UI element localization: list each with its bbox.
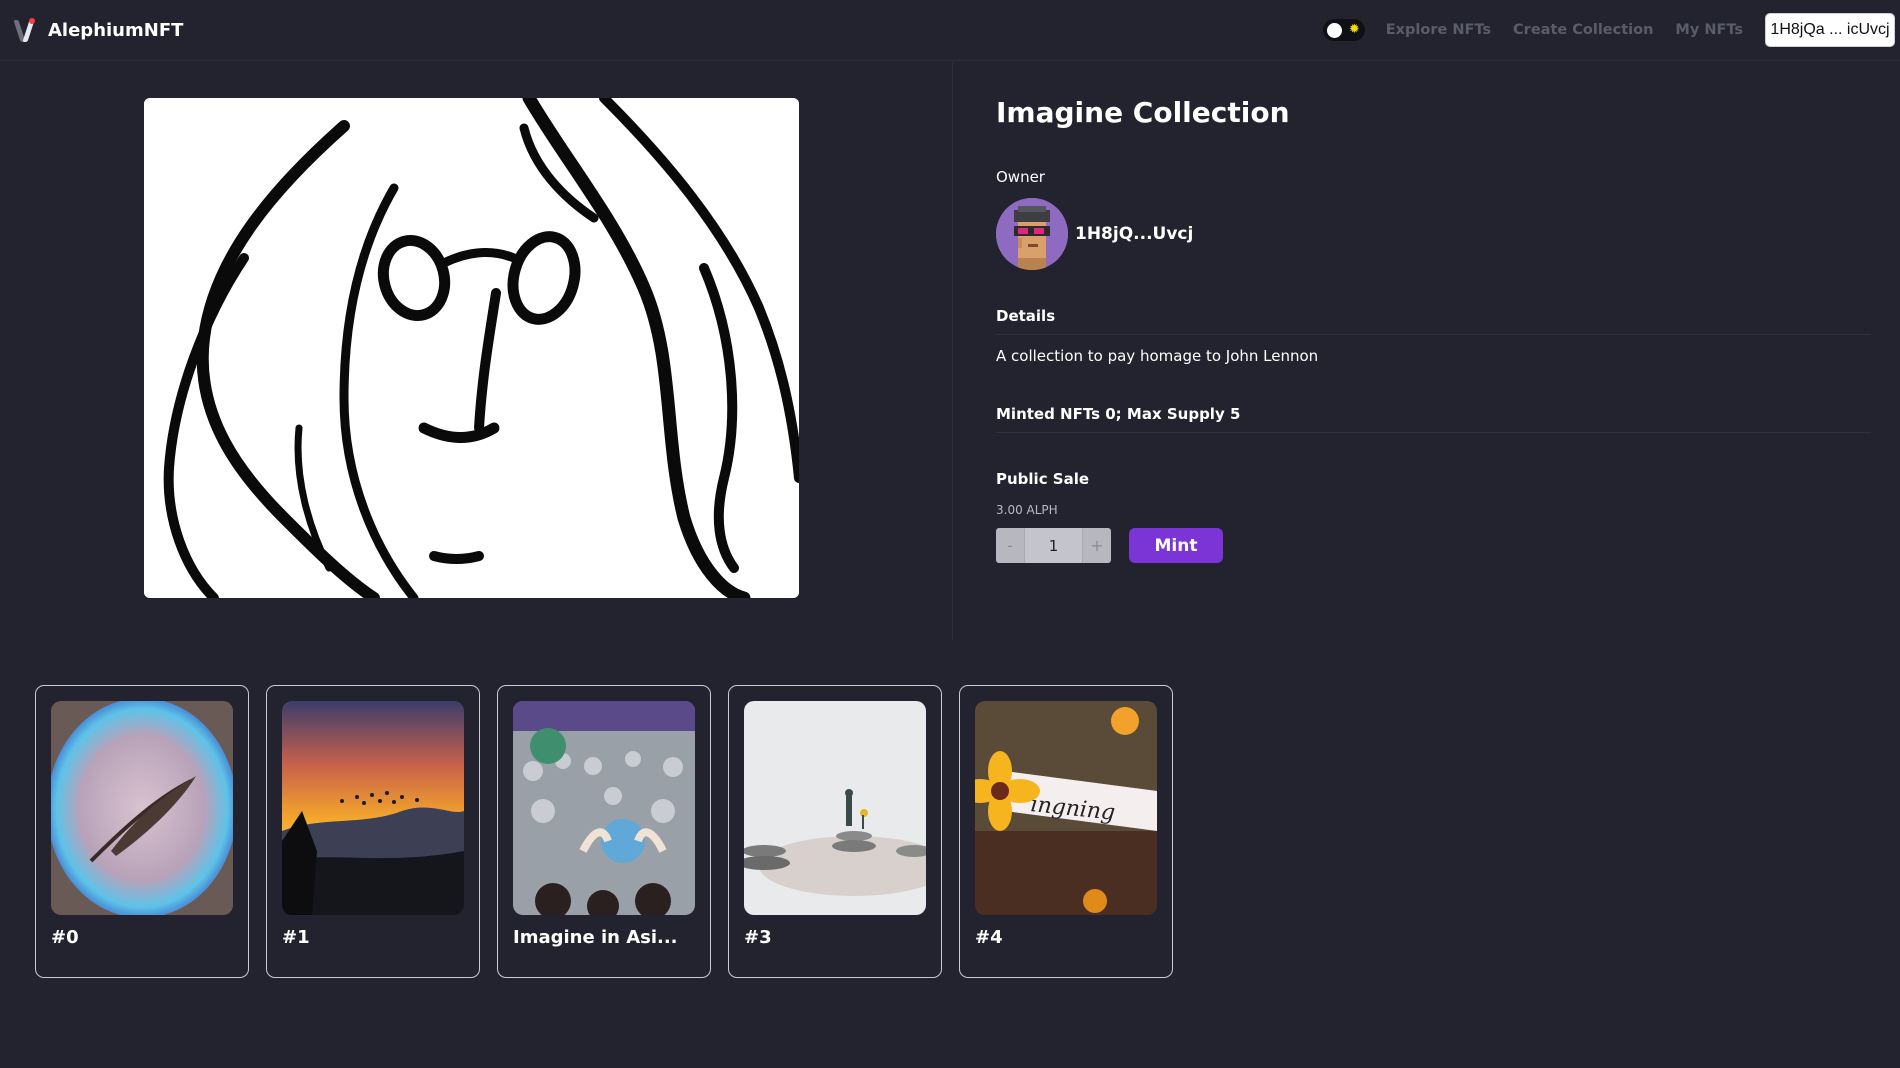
nft-label: #4 [975,927,1003,948]
nft-card[interactable]: Imagine in Asi... [497,685,711,978]
supply-info: Minted NFTs 0; Max Supply 5 [996,405,1241,423]
nft-label: Imagine in Asi... [513,927,678,948]
nft-label: #3 [744,927,772,948]
nft-label: #1 [282,927,310,948]
figure-stones-image [744,701,926,915]
collection-description: A collection to pay homage to John Lenno… [996,347,1319,365]
brand[interactable]: AlephiumNFT [13,18,184,42]
toggle-knob [1326,23,1342,38]
mint-price: 3.00 ALPH [996,503,1058,517]
owner-row[interactable]: 1H8jQ...Uvcj [996,198,1193,270]
nft-label: #0 [51,927,79,948]
nft-grid: #0 #1 Imagine in Asi... #3 ingning #4 [35,685,1190,978]
crowd-globe-image [513,701,695,915]
flower-note-image: ingning [975,701,1157,915]
vertical-divider [952,62,953,640]
collection-image [144,98,799,598]
nft-card[interactable]: #3 [728,685,942,978]
mint-button[interactable]: Mint [1129,528,1223,563]
divider [996,334,1871,335]
nav-link-create-collection[interactable]: Create Collection [1513,22,1653,38]
nft-card[interactable]: #1 [266,685,480,978]
increment-button[interactable]: + [1083,528,1111,563]
nav-link-my-nfts[interactable]: My NFTs [1675,22,1743,38]
owner-label: Owner [996,168,1045,186]
alephium-logo-icon [13,18,36,42]
theme-toggle[interactable]: ✹ [1322,19,1365,41]
navbar: AlephiumNFT ✹ Explore NFTs Create Collec… [0,0,1900,61]
nft-card[interactable]: ingning #4 [959,685,1173,978]
sun-icon: ✹ [1348,22,1360,37]
nav-link-explore[interactable]: Explore NFTs [1386,22,1491,38]
nft-card[interactable]: #0 [35,685,249,978]
collection-title: Imagine Collection [996,96,1290,129]
sunset-birds-image [282,701,464,915]
details-label: Details [996,307,1056,325]
quantity-input[interactable]: 1 [1024,528,1083,563]
brand-name: AlephiumNFT [48,19,184,41]
decrement-button[interactable]: - [996,528,1024,563]
collection-info: Imagine Collection Owner 1H8jQ...Uvcj De… [996,92,1871,563]
wallet-button[interactable]: 1H8jQa ... icUvcj [1765,13,1895,47]
feather-bubble-image [51,701,233,915]
quantity-stepper: - 1 + [996,528,1111,563]
divider [996,432,1871,433]
owner-address[interactable]: 1H8jQ...Uvcj [1075,224,1193,244]
owner-avatar [996,198,1068,270]
public-sale-label: Public Sale [996,470,1090,488]
